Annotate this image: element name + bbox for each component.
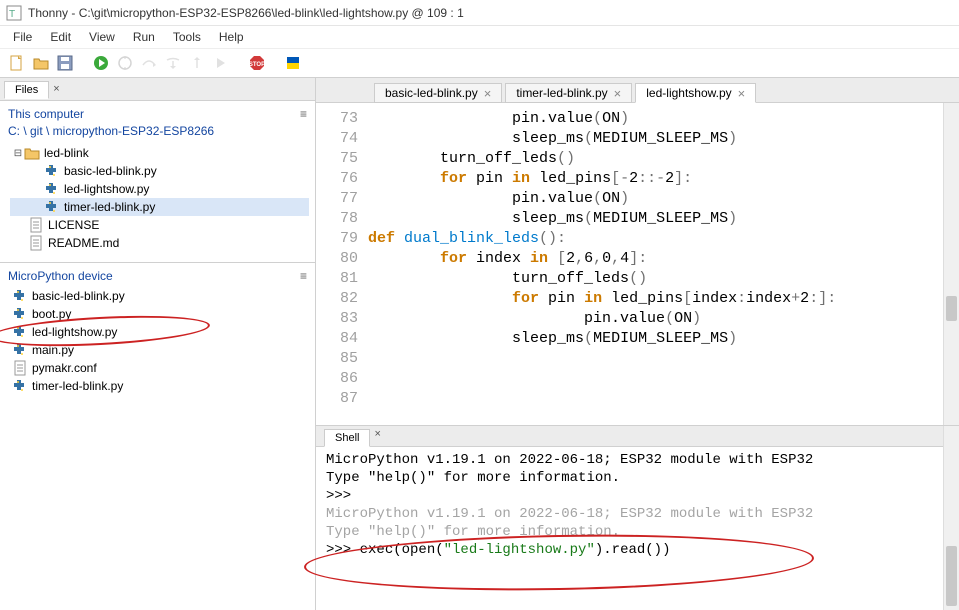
menu-run[interactable]: Run xyxy=(124,28,164,46)
file-label: boot.py xyxy=(32,307,71,321)
close-icon[interactable]: × xyxy=(374,428,380,446)
step-over-icon[interactable] xyxy=(138,52,160,74)
app-logo-icon: T xyxy=(6,5,22,21)
close-icon[interactable]: × xyxy=(53,83,59,95)
folder-label: led-blink xyxy=(44,146,89,160)
window-title: Thonny - C:\git\micropython-ESP32-ESP826… xyxy=(28,6,464,20)
file-row[interactable]: basic-led-blink.py xyxy=(10,162,309,180)
file-row[interactable]: led-lightshow.py xyxy=(10,180,309,198)
toolbar: STOP xyxy=(0,48,959,78)
hamburger-icon[interactable]: ≡ xyxy=(300,107,307,121)
file-label: timer-led-blink.py xyxy=(32,379,123,393)
python-file-icon xyxy=(12,342,28,358)
device-header[interactable]: MicroPython device xyxy=(8,269,113,283)
file-row[interactable]: timer-led-blink.py xyxy=(10,198,309,216)
expander-icon[interactable]: ⊟ xyxy=(12,148,24,159)
files-this-computer[interactable]: This computer xyxy=(8,107,84,121)
editor-tabs: basic-led-blink.py × timer-led-blink.py … xyxy=(316,78,959,103)
file-row[interactable]: timer-led-blink.py xyxy=(10,377,309,395)
file-row[interactable]: README.md xyxy=(10,234,309,252)
file-label: LICENSE xyxy=(48,218,99,232)
hamburger-icon[interactable]: ≡ xyxy=(300,269,307,283)
tab-label: basic-led-blink.py xyxy=(385,86,478,100)
step-into-icon[interactable] xyxy=(162,52,184,74)
python-file-icon xyxy=(44,181,60,197)
text-file-icon xyxy=(28,235,44,251)
menu-edit[interactable]: Edit xyxy=(41,28,80,46)
close-icon[interactable]: × xyxy=(738,87,746,100)
file-label: README.md xyxy=(48,236,119,250)
debug-icon[interactable] xyxy=(114,52,136,74)
python-file-icon xyxy=(44,163,60,179)
flag-icon[interactable] xyxy=(282,52,304,74)
code-editor[interactable]: 737475767778798081828384858687 pin.value… xyxy=(316,103,959,425)
folder-row[interactable]: ⊟ led-blink xyxy=(10,144,309,162)
open-file-icon[interactable] xyxy=(30,52,52,74)
right-column: basic-led-blink.py × timer-led-blink.py … xyxy=(316,78,959,610)
file-row[interactable]: pymakr.conf xyxy=(10,359,309,377)
file-label: timer-led-blink.py xyxy=(64,200,155,214)
file-label: basic-led-blink.py xyxy=(32,289,125,303)
files-tab-row: Files × xyxy=(0,78,315,101)
menu-view[interactable]: View xyxy=(80,28,124,46)
menu-tools[interactable]: Tools xyxy=(164,28,210,46)
line-gutter: 737475767778798081828384858687 xyxy=(316,109,368,425)
file-label: pymakr.conf xyxy=(32,361,97,375)
close-icon[interactable]: × xyxy=(614,87,622,100)
python-file-icon xyxy=(12,288,28,304)
python-file-icon xyxy=(44,199,60,215)
shell-tab[interactable]: Shell xyxy=(324,429,370,447)
save-file-icon[interactable] xyxy=(54,52,76,74)
shell-scrollbar[interactable] xyxy=(943,426,959,610)
editor-scrollbar[interactable] xyxy=(943,103,959,425)
resume-icon[interactable] xyxy=(210,52,232,74)
text-file-icon xyxy=(28,217,44,233)
svg-text:T: T xyxy=(9,9,15,20)
menubar: File Edit View Run Tools Help xyxy=(0,26,959,48)
python-file-icon xyxy=(12,306,28,322)
device-tree: basic-led-blink.py boot.py led-lightshow.p… xyxy=(6,285,309,395)
shell-output[interactable]: MicroPython v1.19.1 on 2022-06-18; ESP32… xyxy=(316,447,959,610)
folder-icon xyxy=(24,145,40,161)
file-row[interactable]: boot.py xyxy=(10,305,309,323)
step-out-icon[interactable] xyxy=(186,52,208,74)
menu-help[interactable]: Help xyxy=(210,28,253,46)
code-content[interactable]: pin.value(ON) sleep_ms(MEDIUM_SLEEP_MS) … xyxy=(368,109,959,425)
file-tree: ⊟ led-blink basic-led-blink.py led-lights… xyxy=(6,142,309,252)
main-area: Files × This computer ≡ C: \ git \ micro… xyxy=(0,78,959,610)
tab-basic-led-blink[interactable]: basic-led-blink.py × xyxy=(374,83,502,103)
shell-panel: Shell × MicroPython v1.19.1 on 2022-06-1… xyxy=(316,425,959,610)
files-tab[interactable]: Files xyxy=(4,81,49,99)
text-file-icon xyxy=(12,360,28,376)
file-label: led-lightshow.py xyxy=(64,182,149,196)
file-row[interactable]: main.py xyxy=(10,341,309,359)
stop-icon[interactable]: STOP xyxy=(246,52,268,74)
file-label: led-lightshow.py xyxy=(32,325,117,339)
python-file-icon xyxy=(12,324,28,340)
tab-label: timer-led-blink.py xyxy=(516,86,607,100)
file-row[interactable]: basic-led-blink.py xyxy=(10,287,309,305)
run-icon[interactable] xyxy=(90,52,112,74)
close-icon[interactable]: × xyxy=(484,87,492,100)
menu-file[interactable]: File xyxy=(4,28,41,46)
new-file-icon[interactable] xyxy=(6,52,28,74)
file-row[interactable]: led-lightshow.py xyxy=(10,323,309,341)
python-file-icon xyxy=(12,378,28,394)
left-column: Files × This computer ≡ C: \ git \ micro… xyxy=(0,78,316,610)
file-label: basic-led-blink.py xyxy=(64,164,157,178)
titlebar: T Thonny - C:\git\micropython-ESP32-ESP8… xyxy=(0,0,959,26)
svg-text:STOP: STOP xyxy=(249,62,265,68)
file-row[interactable]: LICENSE xyxy=(10,216,309,234)
breadcrumb[interactable]: C: \ git \ micropython-ESP32-ESP8266 xyxy=(6,123,309,142)
device-panel: MicroPython device ≡ basic-led-blink.pyb… xyxy=(0,263,315,610)
file-label: main.py xyxy=(32,343,74,357)
tab-led-lightshow[interactable]: led-lightshow.py × xyxy=(635,83,756,103)
tab-label: led-lightshow.py xyxy=(646,86,731,100)
files-panel: This computer ≡ C: \ git \ micropython-E… xyxy=(0,101,315,263)
tab-timer-led-blink[interactable]: timer-led-blink.py × xyxy=(505,83,632,103)
